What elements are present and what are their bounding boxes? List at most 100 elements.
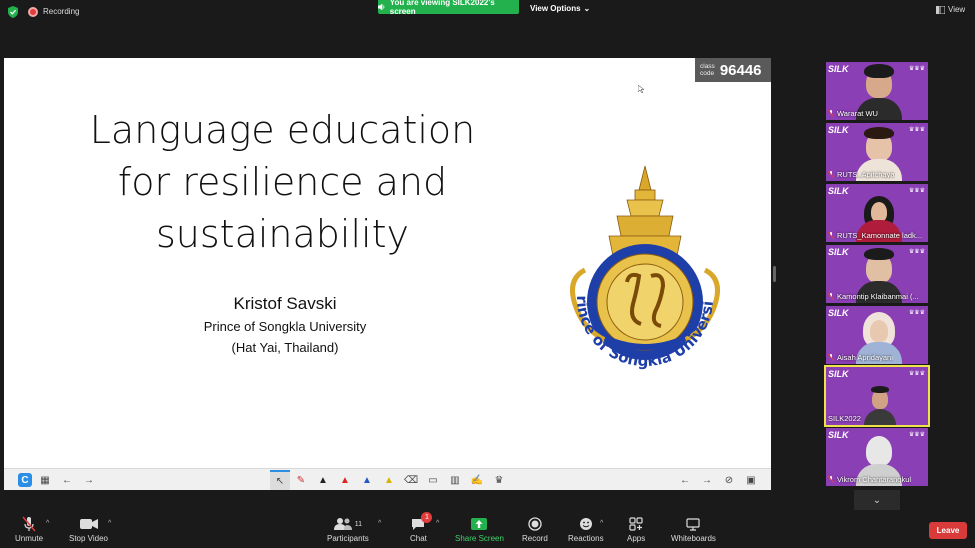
chevron-down-icon: ⌄ [583, 3, 591, 13]
silk-logo: SILK [828, 369, 849, 379]
next-slide-icon[interactable]: → [700, 473, 714, 487]
reactions-options-caret[interactable]: ^ [600, 520, 603, 527]
video-tile[interactable]: SILK ♛♛♛ Wararat WU [826, 62, 928, 120]
recording-icon[interactable] [28, 7, 38, 17]
participant-name: Vikrom Chantarangkul [828, 475, 911, 484]
class-code-label-top: class [700, 63, 715, 70]
arrow-right-icon[interactable]: → [82, 473, 96, 487]
shield-icon[interactable] [8, 6, 18, 18]
participants-count: 11 [354, 520, 363, 528]
hair [864, 248, 894, 260]
participant-name-text: RUTS_Kamonnate ladk... [837, 231, 923, 240]
highlighter-icon[interactable]: ▲ [382, 473, 396, 487]
participants-icon [333, 518, 352, 530]
video-tile[interactable]: SILK ♛♛♛ RUTS_Kamonnate ladk... [826, 184, 928, 242]
avatar [866, 436, 892, 466]
participant-name-text: SILK2022 [828, 414, 861, 423]
viewing-banner-text: You are viewing SILK2022's screen [389, 0, 495, 16]
grid-view-icon [936, 5, 945, 14]
slide-location: (Hat Yai, Thailand) [231, 340, 339, 355]
view-button[interactable]: View [936, 5, 965, 14]
reactions-button[interactable]: Reactions [568, 516, 604, 543]
slide-title-line: sustainability [156, 212, 409, 256]
participant-name: Kamontip Klaibanmai (... [828, 292, 919, 301]
unmute-button[interactable]: Unmute [15, 516, 43, 543]
chart-icon[interactable]: ▥ [448, 473, 462, 487]
chat-button[interactable]: 1 Chat [410, 512, 433, 543]
gallery-scroll-down-button[interactable]: ⌄ [854, 490, 900, 510]
chat-options-caret[interactable]: ^ [436, 520, 439, 527]
meeting-controls: Unmute ^ Stop Video ^ 11 Participants ^ … [0, 512, 975, 548]
arrow-left-icon[interactable]: ← [60, 473, 74, 487]
slide-title-line: Language education [89, 108, 476, 152]
prev-slide-icon[interactable]: ← [678, 473, 692, 487]
video-tile[interactable]: SILK ♛♛♛ RUTS_Apitchaya [826, 123, 928, 181]
share-screen-icon [471, 518, 488, 530]
mic-muted-icon [828, 232, 834, 239]
participant-name-text: Aisah Apridayani [837, 353, 893, 362]
class-code-label-bottom: code [700, 70, 715, 77]
slide-affiliation: Prince of Songkla University [203, 319, 367, 334]
share-screen-button[interactable]: Share Screen [455, 516, 504, 543]
screen-icon[interactable]: ▣ [744, 473, 758, 487]
video-tile[interactable]: SILK ♛♛♛ Aisah Apridayani [826, 306, 928, 364]
emblem-icons: ♛♛♛ [908, 432, 925, 438]
hair [864, 127, 894, 139]
pen-red-icon[interactable]: ▲ [338, 473, 352, 487]
comment-icon[interactable]: ▭ [426, 473, 440, 487]
eraser-icon[interactable]: ⌫ [404, 473, 418, 487]
pen-blue-icon[interactable]: ▲ [360, 473, 374, 487]
unmute-label: Unmute [15, 534, 44, 543]
avatar-body [864, 409, 896, 425]
record-button[interactable]: Record [522, 516, 548, 543]
participants-options-caret[interactable]: ^ [378, 520, 381, 527]
stop-video-label: Stop Video [69, 534, 108, 543]
record-label: Record [522, 534, 548, 543]
apps-button[interactable]: Apps [627, 516, 645, 543]
mic-muted-icon [22, 516, 36, 532]
avatar [871, 202, 887, 222]
participants-button[interactable]: 11 Participants [327, 516, 369, 543]
app-icon[interactable]: C [18, 473, 32, 487]
emblem-icons: ♛♛♛ [908, 127, 925, 133]
participant-name: Aisah Apridayani [828, 353, 893, 362]
pen-black-icon[interactable]: ▲ [316, 473, 330, 487]
mic-muted-icon [828, 293, 834, 300]
chat-unread-badge: 1 [421, 512, 433, 523]
mouse-cursor-icon [638, 85, 644, 93]
trophy-icon[interactable]: ♛ [492, 473, 506, 487]
silk-logo: SILK [828, 125, 849, 135]
class-code-badge: class code 96446 [695, 58, 771, 82]
emblem-icons: ♛♛♛ [908, 371, 925, 377]
recording-label: Recording [43, 7, 80, 16]
participant-name-text: Wararat WU [837, 109, 878, 118]
stop-video-button[interactable]: Stop Video [69, 516, 108, 543]
hair [864, 64, 894, 78]
draw-icon[interactable]: ✍ [470, 473, 484, 487]
apps-icon [629, 517, 643, 531]
record-icon [528, 517, 542, 531]
audio-options-caret[interactable]: ^ [46, 520, 49, 527]
grid-icon[interactable]: ▦ [38, 473, 52, 487]
speaker-icon [378, 3, 385, 11]
slide-title-line: for resilience and [117, 160, 448, 204]
video-tile[interactable]: SILK ♛♛♛ Vikrom Chantarangkul [826, 428, 928, 486]
participant-name: RUTS_Apitchaya [828, 170, 895, 179]
whiteboards-button[interactable]: Whiteboards [671, 516, 716, 543]
participant-name: SILK2022 [828, 414, 861, 423]
whiteboards-label: Whiteboards [671, 534, 716, 543]
laser-pointer-icon[interactable]: ✎ [294, 473, 308, 487]
silk-logo: SILK [828, 308, 849, 318]
view-options-button[interactable]: View Options ⌄ [530, 2, 590, 14]
hair [871, 386, 889, 393]
pointer-icon[interactable]: ↖ [270, 470, 290, 490]
view-label: View [948, 5, 966, 14]
video-tile-active-speaker[interactable]: SILK ♛♛♛ SILK2022 [824, 365, 930, 427]
video-tile[interactable]: SILK ♛♛♛ Kamontip Klaibanmai (... [826, 245, 928, 303]
leave-button[interactable]: Leave [929, 522, 967, 539]
view-options-label: View Options [530, 3, 581, 13]
participant-name: Wararat WU [828, 109, 878, 118]
split-handle[interactable] [773, 266, 776, 282]
hide-icon[interactable]: ⊘ [722, 473, 736, 487]
video-options-caret[interactable]: ^ [108, 520, 111, 527]
